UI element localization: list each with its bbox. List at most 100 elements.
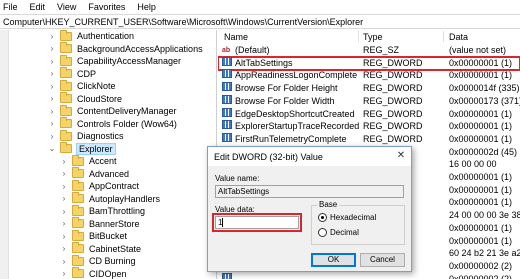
dword-value-icon — [222, 56, 232, 66]
tree-item-label: BannerStore — [89, 218, 140, 229]
value-row[interactable]: ab (Default) REG_SZ (value not set) — [218, 44, 520, 57]
value-row[interactable]: Browse For Folder Width REG_DWORD 0x000001… — [218, 94, 520, 108]
folder-icon — [72, 192, 84, 203]
tree-item[interactable]: › Controls Folder (Wow64) — [48, 117, 177, 130]
chevron-right-icon[interactable]: › — [60, 155, 68, 168]
folder-icon — [60, 54, 72, 66]
chevron-right-icon[interactable]: › — [60, 205, 68, 218]
column-separator[interactable] — [443, 31, 444, 42]
column-separator[interactable] — [358, 31, 359, 42]
chevron-right-icon[interactable]: › — [60, 267, 68, 279]
chevron-right-icon[interactable]: › — [60, 242, 68, 255]
menu-edit[interactable]: Edit — [30, 2, 46, 12]
tree-item-label: Advanced — [89, 168, 130, 179]
tree-item[interactable]: › CloudStore — [48, 92, 122, 105]
tree-item-label: CabinetState — [89, 243, 142, 254]
value-name-field[interactable]: AltTabSettings — [215, 185, 404, 198]
value-data: (value not set) — [449, 45, 507, 55]
hexadecimal-option[interactable]: Hexadecimal — [318, 213, 376, 222]
tree-scrollbar[interactable] — [0, 30, 9, 279]
tree-item[interactable]: › ContentDeliveryManager — [48, 104, 177, 118]
value-row[interactable]: EdgeDesktopShortcutCreated REG_DWORD 0x000… — [218, 107, 520, 121]
ok-button[interactable]: OK — [311, 253, 356, 267]
value-data: 0x00000001 (1) — [449, 184, 513, 195]
chevron-right-icon[interactable]: › — [48, 80, 56, 93]
tree-item[interactable]: › BackgroundAccessApplications — [48, 42, 203, 55]
dialog-title: Edit DWORD (32-bit) Value — [214, 151, 323, 162]
close-icon[interactable]: ✕ — [395, 150, 407, 162]
chevron-right-icon[interactable]: › — [60, 230, 68, 243]
tree-item[interactable]: › Diagnostics — [48, 129, 124, 143]
value-type: REG_SZ — [363, 45, 400, 55]
menu-view[interactable]: View — [57, 2, 76, 12]
value-row[interactable]: FirstRunTelemetryComplete REG_DWORD 0x0000… — [218, 132, 520, 146]
column-header-name[interactable]: Name — [224, 30, 248, 43]
chevron-right-icon[interactable]: › — [48, 130, 56, 143]
tree-item[interactable]: › Advanced — [60, 167, 129, 180]
tree-item[interactable]: › Authentication — [48, 30, 134, 43]
address-bar[interactable]: Computer\HKEY_CURRENT_USER\Software\Micr… — [0, 14, 520, 29]
value-data-field[interactable]: 1 — [212, 213, 302, 232]
chevron-right-icon[interactable]: › — [48, 42, 56, 55]
dword-value-icon — [222, 272, 232, 279]
tree-item-label: Diagnostics — [77, 131, 124, 141]
tree-item[interactable]: ⌄ Explorer — [48, 142, 116, 155]
tree-item[interactable]: › Accent — [60, 154, 117, 168]
tree-item-label: Controls Folder (Wow64) — [77, 118, 177, 129]
tree-item[interactable]: › AppContract — [60, 179, 139, 193]
tree-item-label: ContentDeliveryManager — [77, 106, 177, 116]
chevron-right-icon[interactable]: › — [48, 30, 56, 43]
column-header-type[interactable]: Type — [363, 30, 383, 43]
menu-file[interactable]: File — [3, 2, 18, 12]
chevron-right-icon[interactable]: › — [60, 192, 68, 205]
chevron-right-icon[interactable]: › — [60, 167, 68, 180]
folder-icon — [72, 229, 84, 241]
menu-help[interactable]: Help — [137, 2, 156, 12]
chevron-right-icon[interactable]: › — [48, 92, 56, 105]
chevron-right-icon[interactable]: › — [48, 67, 56, 80]
tree-item[interactable]: › AutoplayHandlers — [60, 192, 160, 205]
value-row[interactable]: AppReadinessLogonComplete REG_DWORD 0x0000… — [218, 69, 520, 82]
value-type: REG_DWORD — [363, 121, 423, 132]
chevron-right-icon[interactable]: › — [48, 105, 56, 118]
tree-item-label: Accent — [89, 156, 117, 166]
column-header-data[interactable]: Data — [449, 30, 468, 43]
value-row[interactable]: AltTabSettings REG_DWORD 0x00000001 (1) — [218, 55, 520, 71]
tree-item[interactable]: › CIDOpen — [60, 267, 127, 279]
chevron-right-icon[interactable]: › — [48, 55, 56, 68]
tree-item[interactable]: › BamThrottling — [60, 204, 145, 218]
chevron-right-icon[interactable]: › — [60, 180, 68, 193]
tree-item[interactable]: › CD Burning — [60, 254, 136, 268]
tree-item-label: Authentication — [77, 31, 135, 41]
value-data: 0x00000001 (1) — [449, 70, 513, 81]
hexadecimal-radio[interactable] — [318, 213, 327, 222]
tree-item[interactable]: › ClickNote — [48, 79, 116, 93]
value-name: FirstRunTelemetryComplete — [235, 133, 347, 144]
tree-item[interactable]: › CapabilityAccessManager — [48, 54, 181, 68]
tree-item-label: CloudStore — [77, 93, 123, 104]
tree-item[interactable]: › CabinetState — [60, 242, 141, 255]
decimal-radio[interactable] — [318, 228, 327, 237]
menu-favorites[interactable]: Favorites — [88, 2, 125, 12]
dword-value-icon — [222, 120, 232, 130]
base-label: Base — [317, 200, 340, 209]
chevron-right-icon[interactable]: › — [60, 255, 68, 268]
folder-icon — [60, 92, 72, 103]
cancel-button[interactable]: Cancel — [360, 253, 405, 267]
tree-item[interactable]: › CDP — [48, 67, 96, 80]
dword-value-icon — [222, 82, 232, 92]
chevron-right-icon[interactable]: › — [60, 217, 68, 230]
value-data: 60 24 b2 21 3e a2 d — [449, 248, 520, 259]
value-row[interactable]: ExplorerStartupTraceRecorded REG_DWORD 0x0… — [218, 120, 520, 133]
chevron-right-icon[interactable]: › — [48, 117, 56, 130]
value-type: REG_DWORD — [363, 57, 423, 68]
folder-icon — [72, 167, 84, 178]
tree-item[interactable]: › BitBucket — [60, 229, 127, 243]
value-row[interactable]: 0x00000002 (2) — [218, 272, 520, 279]
decimal-option[interactable]: Decimal — [318, 228, 359, 237]
tree-item[interactable]: › BannerStore — [60, 217, 140, 230]
chevron-down-icon[interactable]: ⌄ — [48, 142, 56, 155]
value-row[interactable]: Browse For Folder Height REG_DWORD 0x00000… — [218, 82, 520, 95]
value-type: REG_DWORD — [363, 108, 423, 119]
value-data: 0x00000001 (1) — [449, 57, 513, 68]
